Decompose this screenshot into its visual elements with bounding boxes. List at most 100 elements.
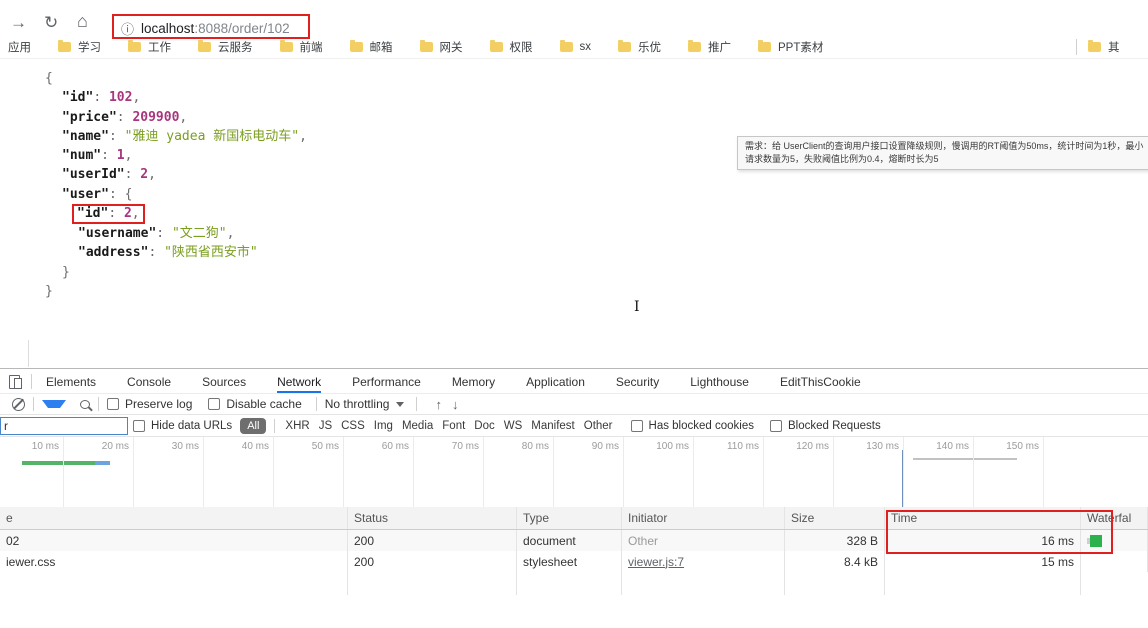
bookmark-item[interactable]: 乐优	[618, 39, 661, 55]
search-icon[interactable]	[80, 400, 90, 409]
devtools-tabs-list: Elements Console Sources Network Performance…	[46, 370, 892, 393]
bookmark-item[interactable]: 工作	[128, 39, 171, 55]
devtools-tab-security[interactable]: Security	[616, 370, 659, 393]
note-tooltip-line2: 请求数量为5，失败阈值比例为0.4，熔断时长为5	[745, 153, 1148, 166]
export-har-icon[interactable]: ↓	[452, 397, 459, 412]
disable-cache-label[interactable]: Disable cache	[226, 397, 301, 411]
bookmark-item[interactable]: 网关	[420, 39, 463, 55]
filter-pill-all[interactable]: All	[240, 418, 266, 434]
ruler-gridline	[483, 437, 484, 507]
cell-initiator[interactable]: viewer.js:7	[622, 551, 785, 572]
forward-button[interactable]: →	[10, 13, 27, 33]
bookmark-apps[interactable]: 应用	[8, 39, 31, 55]
column-header-size[interactable]: Size	[785, 507, 885, 529]
blocked-requests-label[interactable]: Blocked Requests	[788, 420, 881, 432]
cell-status[interactable]: 200	[348, 551, 517, 572]
column-divider	[784, 571, 785, 595]
devtools-tab-sources[interactable]: Sources	[202, 370, 246, 393]
bookmarks-bar: 应用 学习 工作 云服务 前端 邮箱 网关 权限 sx 乐优 推广 PPT素材	[0, 36, 1148, 59]
folder-icon	[350, 42, 363, 52]
note-tooltip: 需求：给 UserClient的查询用户接口设置降级规则，慢调用的RT阈值为50…	[737, 136, 1148, 170]
hide-data-urls-label[interactable]: Hide data URLs	[151, 420, 232, 432]
filter-type-doc[interactable]: Doc	[474, 420, 494, 432]
bookmark-item[interactable]: 前端	[280, 39, 323, 55]
column-header-initiator[interactable]: Initiator	[622, 507, 785, 529]
clear-icon[interactable]	[12, 398, 25, 411]
cell-status[interactable]: 200	[348, 530, 517, 551]
filter-type-font[interactable]: Font	[442, 420, 465, 432]
filter-type-xhr[interactable]: XHR	[285, 420, 309, 432]
cell-time[interactable]: 15 ms	[885, 551, 1081, 572]
throttling-select[interactable]: No throttling	[325, 397, 390, 411]
folder-icon	[198, 42, 211, 52]
filter-icon[interactable]	[42, 400, 66, 414]
devtools-panel: Elements Console Sources Network Performance…	[0, 368, 1148, 628]
has-blocked-cookies-checkbox[interactable]	[631, 420, 643, 432]
ruler-tick-label: 20 ms	[81, 441, 129, 452]
filter-type-other[interactable]: Other	[584, 420, 613, 432]
devtools-tab-performance[interactable]: Performance	[352, 370, 421, 393]
column-divider	[884, 571, 885, 595]
home-button[interactable]: ⌂	[77, 11, 88, 31]
other-bookmarks[interactable]: 其	[1088, 39, 1120, 55]
import-har-icon[interactable]: ↑	[435, 397, 442, 412]
disable-cache-checkbox[interactable]	[208, 398, 220, 410]
devtools-tab-console[interactable]: Console	[127, 370, 171, 393]
network-overview[interactable]: 10 ms20 ms30 ms40 ms50 ms60 ms70 ms80 ms…	[0, 437, 1148, 508]
json-token: }	[45, 284, 53, 299]
json-line: "id": 102,	[0, 88, 307, 107]
bookmark-item[interactable]: 推广	[688, 39, 731, 55]
cell-type[interactable]: stylesheet	[517, 551, 622, 572]
cell-name[interactable]: iewer.css	[0, 551, 348, 572]
device-toolbar-icon[interactable]	[9, 375, 20, 389]
filter-type-img[interactable]: Img	[374, 420, 393, 432]
bookmark-item[interactable]: 云服务	[198, 39, 253, 55]
filter-type-js[interactable]: JS	[319, 420, 332, 432]
cell-size[interactable]: 328 B	[785, 530, 885, 551]
filter-input[interactable]	[0, 417, 128, 435]
filter-type-media[interactable]: Media	[402, 420, 433, 432]
json-line: {	[0, 69, 307, 88]
network-toolbar: Preserve log Disable cache No throttling…	[0, 394, 1148, 415]
json-token: :	[101, 148, 117, 163]
initiator-link[interactable]: viewer.js:7	[628, 555, 684, 569]
json-token: "文二狗"	[172, 226, 227, 241]
bookmark-item[interactable]: 邮箱	[350, 39, 393, 55]
filter-type-manifest[interactable]: Manifest	[531, 420, 574, 432]
cell-type[interactable]: document	[517, 530, 622, 551]
cell-waterfall[interactable]	[1081, 551, 1148, 572]
preserve-log-label[interactable]: Preserve log	[125, 397, 192, 411]
cell-name[interactable]: 02	[0, 530, 348, 551]
json-token: :	[93, 90, 109, 105]
devtools-tab-editthiscookie[interactable]: EditThisCookie	[780, 370, 861, 393]
hide-data-urls-checkbox[interactable]	[133, 420, 145, 432]
has-blocked-cookies-label[interactable]: Has blocked cookies	[649, 420, 754, 432]
cell-size[interactable]: 8.4 kB	[785, 551, 885, 572]
bookmark-item[interactable]: 权限	[490, 39, 533, 55]
bookmark-item[interactable]: 学习	[58, 39, 101, 55]
ruler-gridline	[343, 437, 344, 507]
blocked-requests-checkbox[interactable]	[770, 420, 782, 432]
devtools-tab-elements[interactable]: Elements	[46, 370, 96, 393]
column-header-type[interactable]: Type	[517, 507, 622, 529]
ruler-tick-label: 40 ms	[221, 441, 269, 452]
json-token: "id"	[62, 90, 93, 105]
preserve-log-checkbox[interactable]	[107, 398, 119, 410]
bookmark-item[interactable]: sx	[560, 39, 592, 55]
column-header-e[interactable]: e	[0, 507, 348, 529]
filter-type-ws[interactable]: WS	[504, 420, 523, 432]
chevron-down-icon[interactable]	[396, 402, 404, 411]
filter-type-css[interactable]: CSS	[341, 420, 365, 432]
table-row[interactable]: iewer.css200stylesheet viewer.js:7 8.4 kB1…	[0, 551, 1148, 572]
ruler-gridline	[1043, 437, 1044, 507]
bookmark-item[interactable]: PPT素材	[758, 39, 823, 55]
json-token: ,	[125, 148, 133, 163]
column-header-status[interactable]: Status	[348, 507, 517, 529]
bookmark-label: 权限	[510, 39, 533, 55]
devtools-tab-lighthouse[interactable]: Lighthouse	[690, 370, 749, 393]
devtools-tab-application[interactable]: Application	[526, 370, 585, 393]
cell-initiator[interactable]: Other	[622, 530, 785, 551]
refresh-button[interactable]: ↻	[44, 13, 58, 33]
devtools-tab-memory[interactable]: Memory	[452, 370, 495, 393]
devtools-tab-network[interactable]: Network	[277, 370, 321, 393]
